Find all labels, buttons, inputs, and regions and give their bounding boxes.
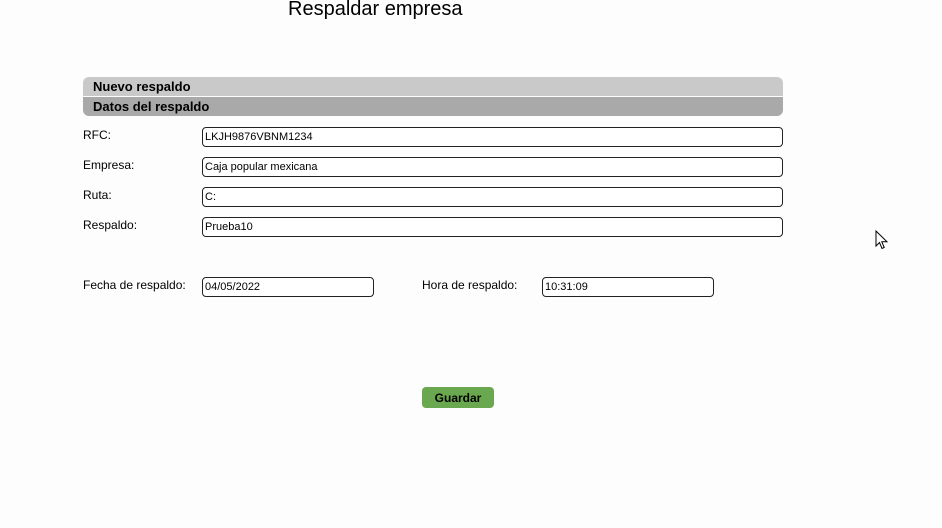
backup-page: Respaldar empresa Nuevo respaldo Datos d… [0, 0, 942, 528]
save-button[interactable]: Guardar [422, 387, 494, 408]
fecha-label: Fecha de respaldo: [83, 278, 186, 292]
empresa-field[interactable] [202, 157, 783, 177]
rfc-field[interactable] [202, 127, 783, 147]
section-new-backup[interactable]: Nuevo respaldo [83, 77, 783, 96]
respaldo-field[interactable] [202, 217, 783, 237]
mouse-pointer-icon [875, 229, 889, 255]
section-backup-data[interactable]: Datos del respaldo [83, 97, 783, 116]
page-title: Respaldar empresa [288, 0, 463, 20]
hora-label: Hora de respaldo: [422, 278, 518, 292]
hora-field[interactable] [542, 277, 714, 297]
ruta-field[interactable] [202, 187, 783, 207]
rfc-label: RFC: [83, 128, 111, 142]
fecha-field[interactable] [202, 277, 374, 297]
empresa-label: Empresa: [83, 158, 135, 172]
ruta-label: Ruta: [83, 188, 112, 202]
respaldo-label: Respaldo: [83, 218, 138, 232]
